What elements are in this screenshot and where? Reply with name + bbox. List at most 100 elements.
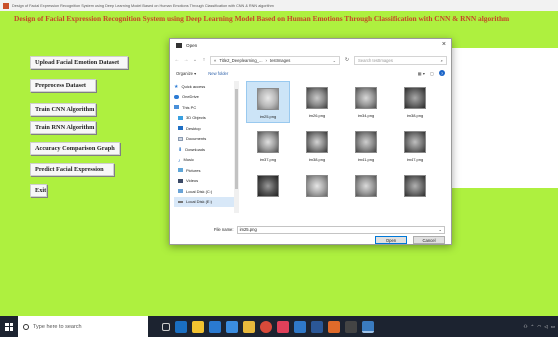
nav-item-quick-access[interactable]: ★ Quick access: [174, 81, 234, 92]
nav-item-local-disk-e[interactable]: Local Disk (E:): [174, 196, 234, 207]
upload-dataset-button[interactable]: Upload Facial Emotion Dataset: [30, 56, 128, 69]
file-item[interactable]: im41.png: [344, 125, 388, 167]
nav-item-music[interactable]: ♪ Music: [174, 155, 234, 166]
dialog-close-icon[interactable]: ×: [442, 41, 446, 48]
file-item[interactable]: im37.png: [246, 125, 290, 167]
recent-locations-icon[interactable]: ⌄: [192, 57, 198, 63]
java-icon[interactable]: [328, 320, 340, 333]
file-item[interactable]: [295, 169, 339, 211]
file-explorer-icon[interactable]: [192, 320, 204, 333]
open-button[interactable]: Open: [375, 236, 407, 244]
file-item[interactable]: [393, 169, 437, 211]
nav-label: Quick access: [181, 83, 206, 89]
cancel-button[interactable]: Cancel: [413, 236, 445, 244]
nav-item-pictures[interactable]: Pictures: [174, 165, 234, 176]
nav-item-documents[interactable]: Documents: [174, 134, 234, 145]
folder-icon[interactable]: [243, 320, 255, 333]
video-icon: [178, 178, 183, 183]
image-thumbnail: [355, 175, 377, 197]
file-item[interactable]: im26.png: [295, 81, 339, 123]
address-row: ← → ⌄ ↑ « Title2_Deeplearning_... › test…: [174, 55, 447, 65]
refresh-icon[interactable]: ↻: [343, 57, 351, 63]
close-window-button[interactable]: [542, 1, 556, 9]
nav-item-videos[interactable]: Videos: [174, 176, 234, 187]
nav-item-3d-objects[interactable]: 3D Objects: [174, 113, 234, 124]
preprocess-dataset-button[interactable]: Preprocess Dataset: [30, 79, 96, 92]
nav-item-onedrive[interactable]: OneDrive: [174, 92, 234, 103]
file-item[interactable]: im38.png: [393, 81, 437, 123]
chevron-up-icon[interactable]: ⌃: [531, 324, 535, 330]
train-cnn-button[interactable]: Train CNN Algorithm: [30, 103, 96, 116]
train-rnn-button[interactable]: Train RNN Algorithm: [30, 121, 96, 134]
maximize-button[interactable]: [526, 1, 540, 9]
organize-menu[interactable]: Organize ▾: [176, 71, 196, 76]
path-separator-icon: «: [214, 57, 217, 63]
file-name: im38.png: [406, 113, 424, 118]
chevron-down-icon[interactable]: ⌄: [438, 227, 442, 232]
image-thumbnail: [257, 175, 279, 197]
file-item[interactable]: [246, 169, 290, 211]
scrollbar-thumb[interactable]: [235, 89, 238, 189]
drive-icon: [178, 200, 183, 203]
window-title: Design of Facial Expression Recognition …: [12, 3, 274, 8]
file-name-row: File name: im25.png ⌄: [214, 225, 445, 234]
file-item[interactable]: im25.png: [246, 81, 290, 123]
chevron-down-icon[interactable]: ⌄: [333, 58, 336, 63]
chrome-icon[interactable]: [260, 320, 272, 333]
nav-label: Pictures: [186, 167, 201, 173]
python-icon[interactable]: [362, 320, 374, 333]
back-arrow-icon[interactable]: ←: [174, 57, 180, 63]
forward-arrow-icon[interactable]: →: [183, 57, 189, 63]
mail-icon[interactable]: [294, 320, 306, 333]
start-button[interactable]: [0, 316, 18, 337]
word-icon[interactable]: [311, 320, 323, 333]
taskbar-search-box[interactable]: Type here to search: [18, 316, 148, 337]
file-item[interactable]: im47.png: [393, 125, 437, 167]
view-options-icon[interactable]: ▦ ▾: [418, 71, 425, 76]
file-name: im37.png: [259, 157, 277, 162]
store-icon[interactable]: [209, 320, 221, 333]
nav-item-downloads[interactable]: ⬇ Downloads: [174, 144, 234, 155]
nav-item-desktop[interactable]: Desktop: [174, 123, 234, 134]
file-name-input[interactable]: im25.png ⌄: [236, 225, 445, 234]
people-icon[interactable]: ⚇: [524, 324, 528, 330]
music-icon[interactable]: [277, 320, 289, 333]
help-icon[interactable]: ?: [439, 70, 445, 76]
task-view-icon[interactable]: [162, 322, 170, 331]
exit-button[interactable]: Exit: [30, 184, 47, 197]
edge-icon[interactable]: [175, 320, 187, 333]
search-icon: ⌕: [440, 57, 443, 63]
path-segment[interactable]: Title2_Deeplearning_...: [219, 58, 262, 63]
file-item[interactable]: im34.png: [344, 81, 388, 123]
search-input[interactable]: Search testImages ⌕: [354, 55, 447, 65]
file-item[interactable]: [344, 169, 388, 211]
predict-expression-button[interactable]: Predict Facial Expression: [30, 163, 114, 176]
up-arrow-icon[interactable]: ↑: [201, 57, 207, 63]
drive-icon: [178, 189, 183, 194]
cloud-icon: [174, 94, 179, 99]
nav-item-local-disk-c[interactable]: Local Disk (C:): [174, 186, 234, 197]
nav-item-this-pc[interactable]: This PC: [174, 102, 234, 113]
image-thumbnail: [355, 87, 377, 109]
network-icon[interactable]: ◠: [537, 324, 541, 330]
nav-label: Local Disk (E:): [186, 199, 213, 205]
new-folder-button[interactable]: New folder: [208, 71, 228, 76]
computer-icon: [174, 105, 179, 110]
volume-icon[interactable]: ◁: [544, 324, 547, 330]
minimize-button[interactable]: [510, 1, 524, 9]
system-tray: ⚇ ⌃ ◠ ◁ ▭: [524, 324, 558, 330]
file-item[interactable]: im38.png: [295, 125, 339, 167]
address-bar[interactable]: « Title2_Deeplearning_... › testImages ⌄: [210, 55, 340, 65]
nav-scrollbar[interactable]: [234, 81, 239, 213]
path-segment[interactable]: testImages: [270, 58, 290, 63]
nav-label: Documents: [186, 136, 207, 142]
preview-pane-icon[interactable]: ▢: [430, 71, 434, 76]
ie-icon[interactable]: [226, 320, 238, 333]
window-controls: [510, 1, 556, 9]
terminal-icon[interactable]: [345, 320, 357, 333]
accuracy-graph-button[interactable]: Accuracy Comparison Graph: [30, 142, 120, 155]
notification-icon[interactable]: ▭: [551, 324, 555, 330]
navigation-pane: ★ Quick access OneDrive This PC 3D Object…: [174, 81, 234, 213]
nav-label: Local Disk (C:): [186, 188, 213, 194]
star-icon: ★: [174, 84, 179, 91]
